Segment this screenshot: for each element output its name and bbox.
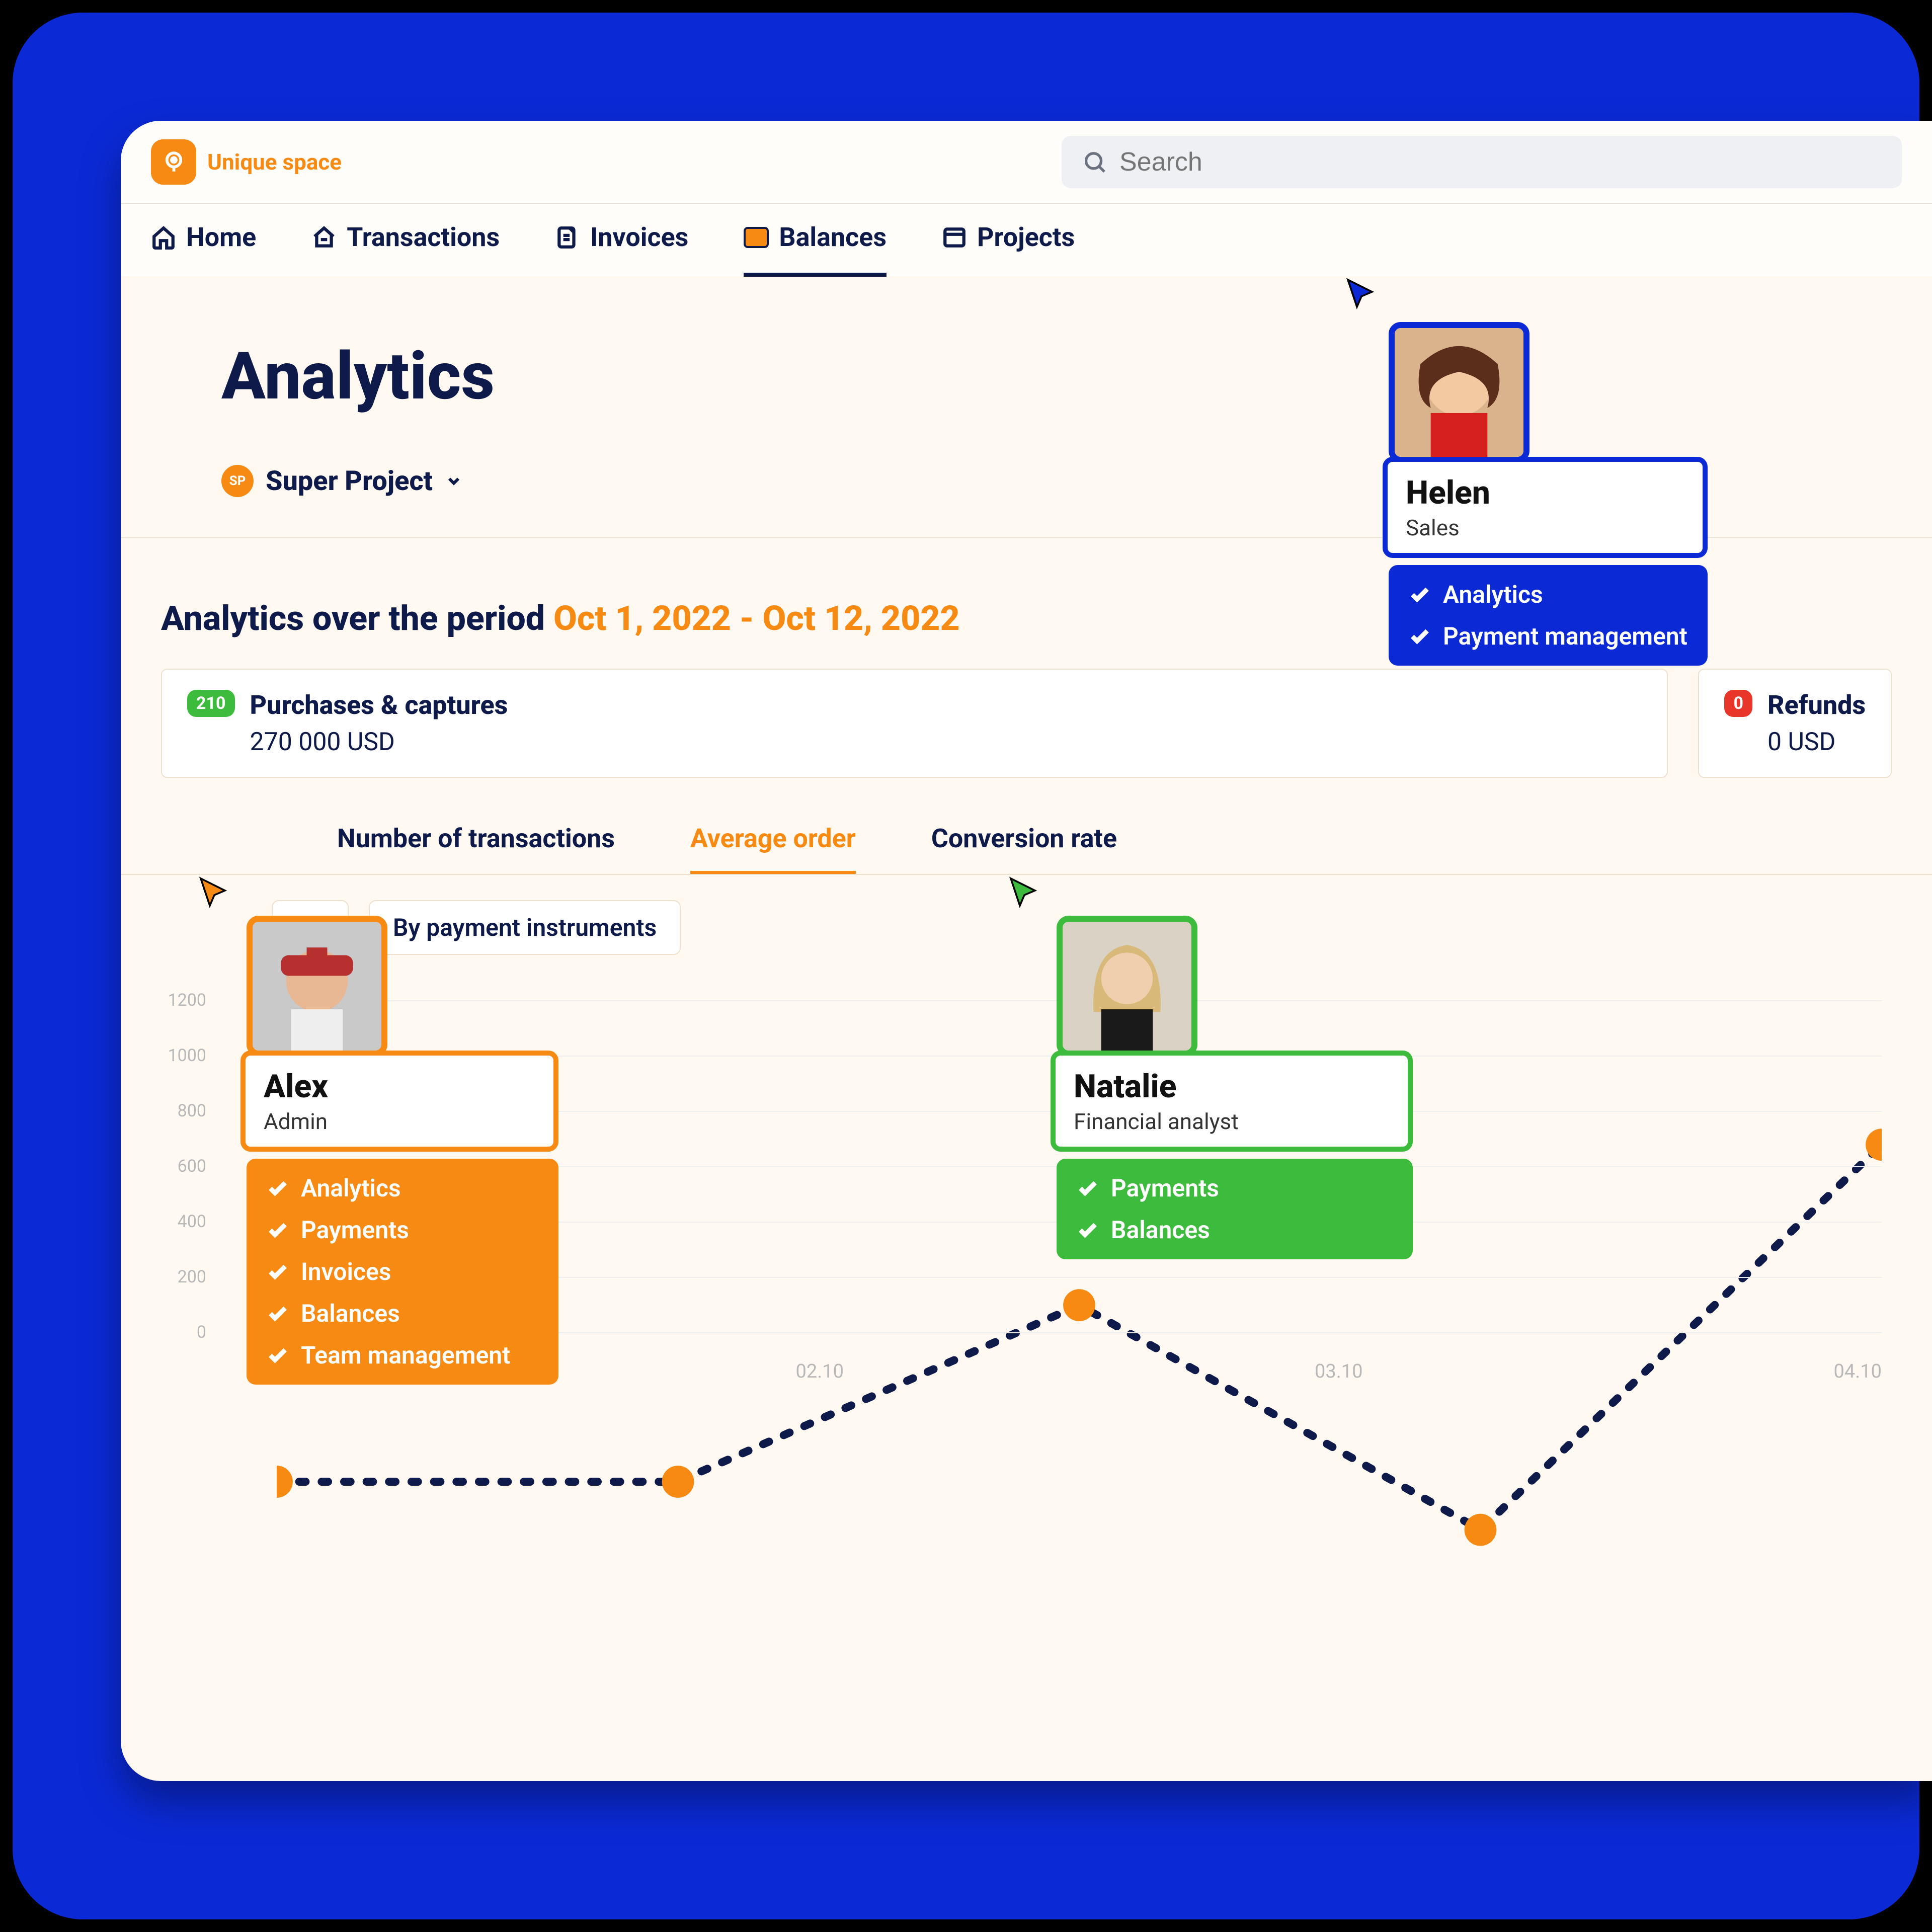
nav-balances-label: Balances — [779, 222, 887, 253]
user-card-alex: Alex Admin Analytics Payments Invoices B… — [247, 916, 558, 1385]
nav-home[interactable]: Home — [151, 222, 256, 277]
cursor-icon — [1006, 875, 1042, 912]
chart-y-tick: 1200 — [151, 990, 206, 1010]
chevron-down-icon — [445, 472, 463, 490]
subtab-conversion[interactable]: Conversion rate — [931, 818, 1117, 874]
brand-name: Unique space — [207, 149, 342, 175]
metrics-row: 210 Purchases & captures 270 000 USD 0 R… — [121, 669, 1932, 818]
chart-y-tick: 600 — [151, 1156, 206, 1176]
user-name: Helen — [1406, 474, 1684, 512]
metric-badge: 210 — [187, 690, 235, 717]
chart-y-tick: 0 — [151, 1322, 206, 1342]
user-card-natalie: Natalie Financial analyst Payments Balan… — [1057, 916, 1413, 1259]
project-badge: SP — [221, 465, 254, 497]
permission-item: Invoices — [267, 1257, 538, 1286]
user-name: Natalie — [1074, 1068, 1390, 1105]
subtab-average-order[interactable]: Average order — [690, 818, 856, 874]
projects-icon — [942, 225, 967, 250]
balances-icon — [744, 227, 769, 248]
chart-x-tick: 02.10 — [796, 1360, 844, 1383]
permission-item: Team management — [267, 1341, 538, 1370]
chart-y-tick: 800 — [151, 1101, 206, 1121]
subtabs: Number of transactions Average order Con… — [121, 818, 1932, 875]
permission-item: Analytics — [267, 1174, 538, 1202]
brand-logo-icon — [151, 139, 196, 185]
invoices-icon — [555, 225, 580, 250]
avatar — [247, 916, 387, 1057]
search-box[interactable] — [1062, 136, 1902, 188]
nav-transactions[interactable]: Transactions — [311, 222, 500, 277]
user-permissions: Analytics Payment management — [1389, 565, 1708, 666]
nav-invoices[interactable]: Invoices — [555, 222, 688, 277]
user-name-card: Alex Admin — [240, 1051, 558, 1152]
cursor-icon — [196, 875, 232, 912]
metric-title: Refunds — [1767, 690, 1866, 720]
permission-item: Payments — [267, 1216, 538, 1244]
metric-card-refunds: 0 Refunds 0 USD — [1698, 669, 1892, 778]
user-name-card: Natalie Financial analyst — [1051, 1051, 1413, 1152]
nav-invoices-label: Invoices — [590, 222, 688, 253]
user-permissions: Analytics Payments Invoices Balances Tea… — [247, 1159, 558, 1385]
brand: Unique space — [151, 139, 342, 185]
metric-title: Purchases & captures — [250, 690, 508, 720]
avatar — [1057, 916, 1197, 1057]
chart-x-tick: 04.10 — [1834, 1360, 1882, 1383]
user-card-helen: Helen Sales Analytics Payment management — [1389, 322, 1708, 666]
user-name-card: Helen Sales — [1383, 457, 1708, 558]
metric-badge: 0 — [1724, 690, 1752, 717]
avatar — [1389, 322, 1530, 463]
subtab-transactions[interactable]: Number of transactions — [337, 818, 615, 874]
nav-projects-label: Projects — [977, 222, 1075, 253]
chart-x-tick: 03.10 — [1315, 1360, 1362, 1383]
permission-item: Analytics — [1409, 580, 1687, 609]
nav-projects[interactable]: Projects — [942, 222, 1075, 277]
metric-value: 270 000 USD — [250, 728, 508, 757]
nav-balances[interactable]: Balances — [744, 222, 887, 277]
user-role: Financial analyst — [1074, 1108, 1390, 1135]
cursor-icon — [1343, 277, 1380, 313]
nav-transactions-label: Transactions — [347, 222, 500, 253]
period-range: Oct 1, 2022 - Oct 12, 2022 — [553, 598, 960, 638]
permission-item: Balances — [1077, 1216, 1393, 1244]
chart-y-tick: 400 — [151, 1212, 206, 1232]
permission-item: Payments — [1077, 1174, 1393, 1202]
main-nav: Home Transactions Invoices Balances Proj… — [121, 204, 1932, 277]
topbar: Unique space — [121, 121, 1932, 204]
home-icon — [151, 225, 176, 250]
user-permissions: Payments Balances — [1057, 1159, 1413, 1259]
user-role: Sales — [1406, 515, 1684, 541]
chart-y-tick: 200 — [151, 1267, 206, 1287]
permission-item: Payment management — [1409, 622, 1687, 651]
search-icon — [1082, 148, 1107, 176]
user-name: Alex — [264, 1068, 535, 1105]
project-name: Super Project — [266, 465, 433, 497]
transactions-icon — [311, 225, 337, 250]
permission-item: Balances — [267, 1299, 538, 1328]
metric-card-purchases: 210 Purchases & captures 270 000 USD — [161, 669, 1668, 778]
nav-home-label: Home — [186, 222, 256, 253]
search-input[interactable] — [1119, 147, 1882, 177]
metric-value: 0 USD — [1767, 728, 1866, 757]
chart-y-tick: 1000 — [151, 1045, 206, 1066]
period-prefix: Analytics over the period — [161, 598, 553, 638]
user-role: Admin — [264, 1108, 535, 1135]
